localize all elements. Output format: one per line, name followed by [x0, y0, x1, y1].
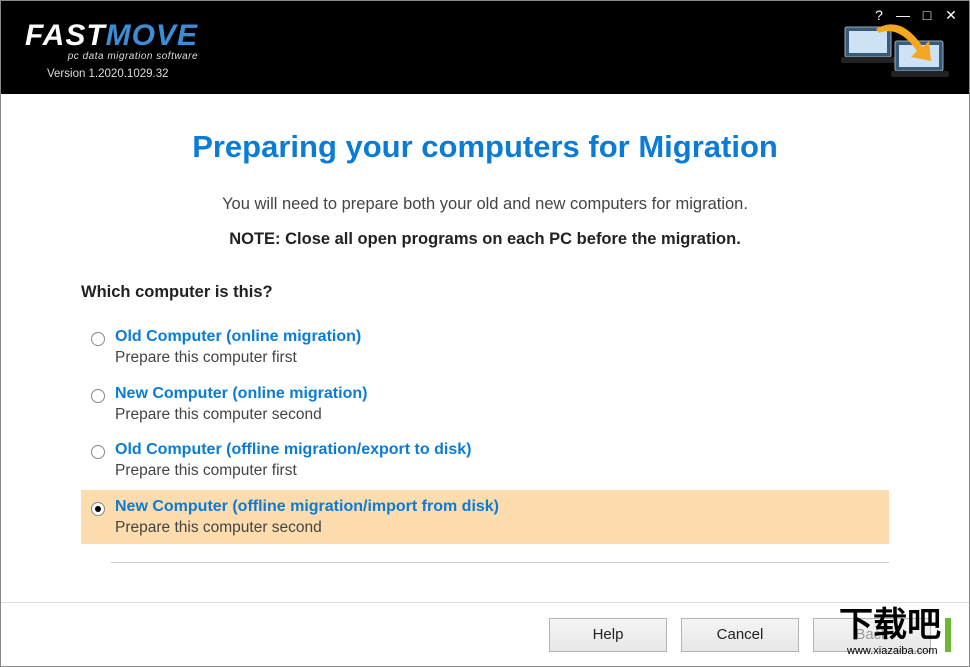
option-title: New Computer (online migration) [115, 383, 881, 405]
back-button: Back [813, 618, 931, 652]
option-text: Old Computer (online migration)Prepare t… [115, 326, 881, 369]
page-subtitle: You will need to prepare both your old a… [81, 195, 889, 214]
computer-question: Which computer is this? [81, 283, 889, 302]
page-title: Preparing your computers for Migration [81, 129, 889, 165]
main-content: Preparing your computers for Migration Y… [1, 94, 969, 563]
page-note: NOTE: Close all open programs on each PC… [81, 230, 889, 249]
version-label: Version 1.2020.1029.32 [25, 68, 198, 80]
option-row-0[interactable]: Old Computer (online migration)Prepare t… [81, 320, 889, 375]
divider [111, 562, 889, 563]
logo-main: FAST [25, 19, 106, 52]
option-desc: Prepare this computer second [115, 405, 881, 425]
footer-bar: Help Cancel Back [1, 602, 969, 666]
radio-icon[interactable] [91, 502, 105, 516]
option-desc: Prepare this computer first [115, 348, 881, 368]
option-row-1[interactable]: New Computer (online migration)Prepare t… [81, 377, 889, 432]
radio-icon[interactable] [91, 445, 105, 459]
logo: FASTMOVE pc data migration software Vers… [25, 21, 198, 80]
cancel-button[interactable]: Cancel [681, 618, 799, 652]
header-bar: ? — □ ✕ FASTMOVE pc data migration softw… [1, 1, 969, 94]
option-row-2[interactable]: Old Computer (offline migration/export t… [81, 433, 889, 488]
radio-icon[interactable] [91, 389, 105, 403]
options-group: Old Computer (online migration)Prepare t… [81, 320, 889, 544]
option-desc: Prepare this computer second [115, 518, 881, 538]
help-button[interactable]: Help [549, 618, 667, 652]
option-title: Old Computer (offline migration/export t… [115, 439, 881, 461]
option-text: Old Computer (offline migration/export t… [115, 439, 881, 482]
migration-icon [841, 19, 951, 79]
option-row-3[interactable]: New Computer (offline migration/import f… [81, 490, 889, 545]
logo-accent: MOVE [106, 19, 198, 52]
option-desc: Prepare this computer first [115, 461, 881, 481]
option-text: New Computer (offline migration/import f… [115, 496, 881, 539]
option-title: New Computer (offline migration/import f… [115, 496, 881, 518]
next-accent-bar [945, 618, 951, 652]
radio-icon[interactable] [91, 332, 105, 346]
option-title: Old Computer (online migration) [115, 326, 881, 348]
logo-tagline: pc data migration software [25, 51, 198, 62]
option-text: New Computer (online migration)Prepare t… [115, 383, 881, 426]
